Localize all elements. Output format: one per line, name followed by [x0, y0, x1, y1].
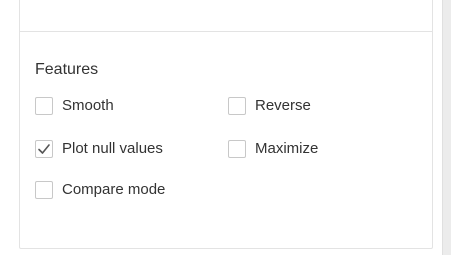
smooth-checkbox[interactable] [35, 97, 53, 115]
features-title: Features [35, 61, 99, 78]
smooth-option[interactable]: Smooth [35, 96, 114, 116]
maximize-label: Maximize [255, 140, 319, 157]
reverse-label: Reverse [255, 97, 311, 114]
check-icon [38, 144, 50, 154]
maximize-checkbox[interactable] [228, 140, 246, 158]
plot-null-values-checkbox[interactable] [35, 140, 53, 158]
reverse-option[interactable]: Reverse [228, 96, 311, 116]
settings-panel-view: Features Smooth Reverse Plot null values… [0, 0, 451, 255]
compare-mode-label: Compare mode [62, 181, 166, 198]
plot-null-values-label: Plot null values [62, 140, 163, 157]
maximize-option[interactable]: Maximize [228, 139, 318, 159]
options-panel [19, 0, 433, 249]
reverse-checkbox[interactable] [228, 97, 246, 115]
compare-mode-option[interactable]: Compare mode [35, 180, 165, 200]
compare-mode-checkbox[interactable] [35, 181, 53, 199]
plot-null-values-option[interactable]: Plot null values [35, 139, 163, 159]
smooth-label: Smooth [62, 97, 114, 114]
vertical-scrollbar[interactable] [442, 0, 451, 255]
panel-divider [19, 31, 433, 32]
